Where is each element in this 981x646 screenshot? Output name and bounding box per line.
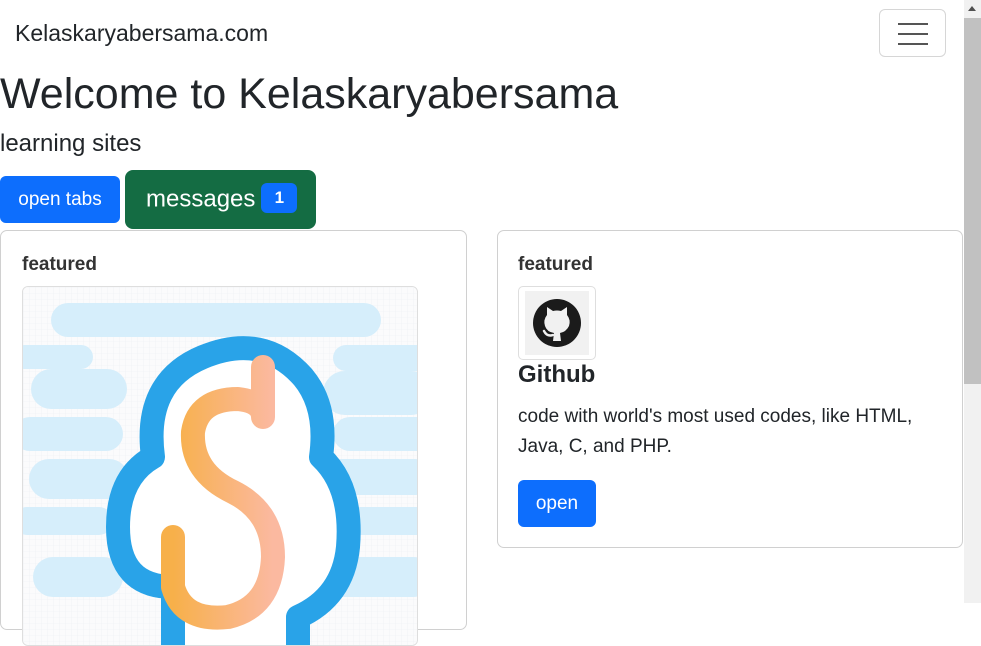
open-tabs-button[interactable]: open tabs: [0, 176, 120, 223]
card-text: code with world's most used codes, like …: [518, 406, 913, 457]
card-label: featured: [22, 254, 97, 275]
messages-label: messages: [146, 184, 256, 212]
page-subtitle: learning sites: [0, 130, 142, 157]
card-label: featured: [518, 254, 593, 275]
navbar-brand[interactable]: Kelaskaryabersama.com: [15, 20, 268, 47]
open-github-button[interactable]: open: [518, 480, 596, 527]
navbar: Kelaskaryabersama.com: [0, 0, 964, 70]
featured-card-github: featured Github code with world's most u…: [497, 230, 963, 548]
vertical-scrollbar[interactable]: [964, 0, 981, 603]
card-title: Github: [518, 361, 596, 388]
scroll-up-arrow-icon[interactable]: [968, 6, 976, 11]
kelaskaryabersama-logo-icon: [22, 286, 418, 646]
navbar-toggler-button[interactable]: [879, 9, 946, 57]
messages-button[interactable]: messages 1: [125, 170, 316, 229]
featured-card-kelaskaryabersama: featured: [0, 230, 467, 646]
scrollbar-thumb[interactable]: [964, 18, 981, 384]
page-title: Welcome to Kelaskaryabersama: [0, 70, 619, 118]
github-logo-icon: [518, 286, 596, 360]
messages-badge: 1: [261, 182, 298, 213]
